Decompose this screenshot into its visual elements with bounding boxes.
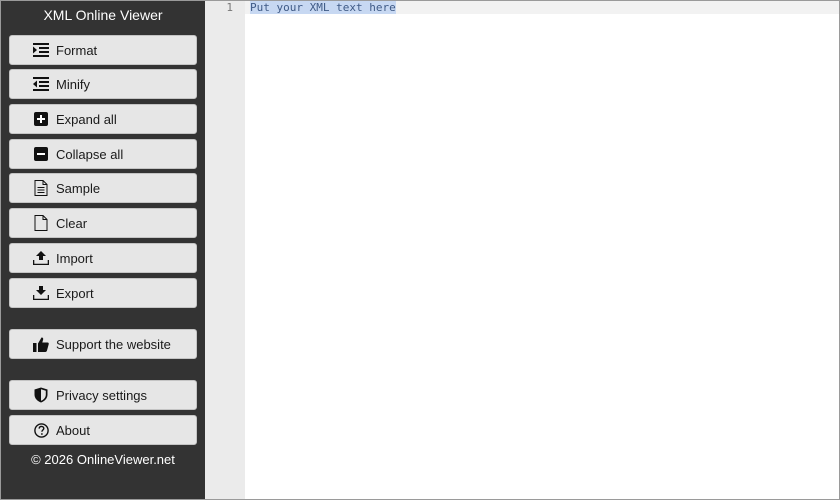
export-button[interactable]: Export [9, 278, 197, 308]
format-button[interactable]: Format [9, 35, 197, 65]
thumbs-up-icon [33, 336, 49, 352]
format-button-label: Format [56, 42, 98, 58]
minify-icon [33, 76, 49, 92]
upload-icon [33, 250, 49, 266]
support-website-button-label: Support the website [56, 336, 171, 352]
collapse-all-button[interactable]: Collapse all [9, 139, 197, 169]
import-button[interactable]: Import [9, 243, 197, 273]
minus-square-icon [33, 146, 49, 162]
shield-icon [33, 387, 49, 403]
question-circle-icon [33, 422, 49, 438]
minify-button-label: Minify [56, 76, 90, 92]
editor-placeholder[interactable]: Put your XML text here [250, 1, 396, 14]
format-indent-icon [33, 42, 49, 58]
about-button-label: About [56, 422, 90, 438]
privacy-settings-button[interactable]: Privacy settings [9, 380, 197, 410]
clear-button-label: Clear [56, 215, 88, 231]
expand-all-button-label: Expand all [56, 111, 117, 127]
xml-editor[interactable]: 1 Put your XML text here [205, 1, 839, 499]
plus-square-icon [33, 111, 49, 127]
line-number-gutter: 1 [205, 1, 245, 499]
about-button[interactable]: About [9, 415, 197, 445]
document-lines-icon [33, 180, 49, 196]
collapse-all-button-label: Collapse all [56, 146, 124, 162]
sample-button[interactable]: Sample [9, 173, 197, 203]
copyright-text: © 2026 OnlineViewer.net [31, 452, 175, 467]
expand-all-button[interactable]: Expand all [9, 104, 197, 134]
export-button-label: Export [56, 285, 94, 301]
app-window: XML Online Viewer Format Minify Expand a… [0, 0, 840, 500]
clear-button[interactable]: Clear [9, 208, 197, 238]
minify-button[interactable]: Minify [9, 69, 197, 99]
sidebar: XML Online Viewer Format Minify Expand a… [1, 1, 205, 499]
privacy-settings-button-label: Privacy settings [56, 387, 148, 403]
app-title: XML Online Viewer [43, 7, 163, 23]
support-website-button[interactable]: Support the website [9, 329, 197, 359]
download-icon [33, 285, 49, 301]
blank-document-icon [33, 215, 49, 231]
sample-button-label: Sample [56, 180, 101, 196]
import-button-label: Import [56, 250, 93, 266]
line-number: 1 [226, 1, 233, 14]
